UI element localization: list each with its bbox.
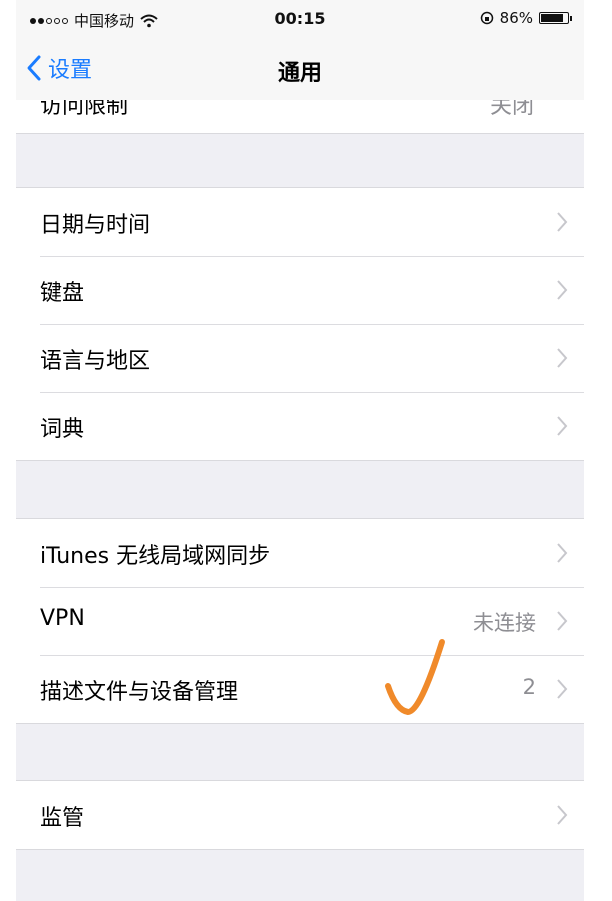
settings-row-date-time[interactable]: 日期与时间 [16,188,584,256]
battery-fill [541,14,564,22]
settings-row-supervision[interactable]: 监管 [16,781,584,849]
settings-row-dictionary[interactable]: 词典 [16,392,584,460]
chevron-right-icon [557,212,568,232]
row-value: 关闭 [489,100,534,119]
battery-percent: 86% [499,9,533,27]
status-bar: 中国移动 00:15 86% [16,0,584,38]
vpn-status-value: 未连接 [473,611,536,635]
row-label: 描述文件与设备管理 [40,680,239,705]
chevron-right-icon [557,280,568,300]
row-label: 语言与地区 [40,349,151,374]
battery-icon [539,12,572,24]
settings-group-2: iTunes 无线局域网同步 VPN 未连接 描述文件与设备管理 2 [16,518,584,724]
settings-row-keyboard[interactable]: 键盘 [16,256,584,324]
chevron-right-icon [557,679,568,699]
ios-settings-screen: 中国移动 00:15 86% 设置 通用 访问限制 关闭 日期与时间 键盘 语言… [16,0,584,901]
settings-row-itunes-wifi-sync[interactable]: iTunes 无线局域网同步 [16,519,584,587]
page-title: 通用 [277,61,322,86]
row-label: iTunes 无线局域网同步 [40,544,271,569]
settings-row-vpn[interactable]: VPN 未连接 [16,587,584,655]
chevron-right-icon [557,543,568,563]
profiles-count-value: 2 [522,675,536,699]
orientation-lock-icon [480,11,493,25]
chevron-right-icon [557,416,568,436]
row-label: 监管 [40,806,85,831]
row-label: 词典 [40,417,85,442]
row-label: 访问限制 [40,100,129,119]
chevron-right-icon [557,348,568,368]
settings-group-3: 监管 [16,780,584,850]
navigation-bar: 设置 通用 [16,38,584,101]
row-label: VPN [40,606,85,631]
checkmark-annotation [385,639,445,715]
status-right: 86% [480,9,572,27]
row-label: 键盘 [40,281,85,306]
settings-group-1: 日期与时间 键盘 语言与地区 词典 [16,187,584,461]
settings-row-language-region[interactable]: 语言与地区 [16,324,584,392]
row-label: 日期与时间 [40,213,151,238]
chevron-right-icon [557,611,568,631]
settings-row-profiles-device-management[interactable]: 描述文件与设备管理 2 [16,655,584,723]
settings-row-restrictions[interactable]: 访问限制 关闭 [16,100,584,134]
chevron-right-icon [557,805,568,825]
